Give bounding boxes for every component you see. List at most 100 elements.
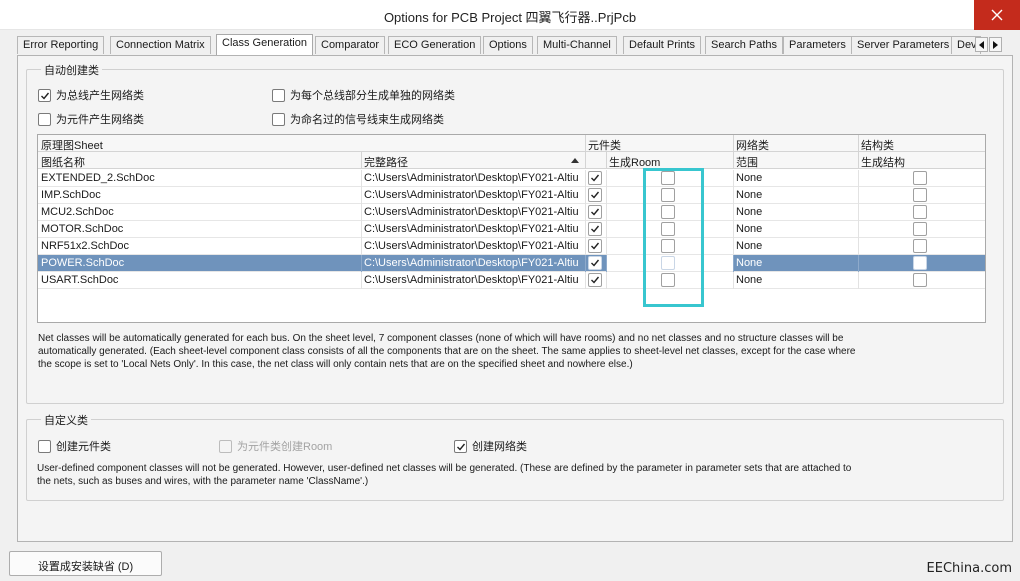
generate-structure-checkbox[interactable] (913, 188, 927, 202)
watermark: EEChina.com (926, 561, 1012, 576)
create-net-class-option[interactable]: 创建网络类 (454, 438, 527, 454)
bus-net-class-checkbox[interactable] (38, 88, 51, 102)
grid-group-header: 原理图Sheet 元件类 网络类 结构类 (38, 135, 985, 152)
component-class-checkbox[interactable] (588, 273, 602, 287)
full-path-cell: C:\Users\Administrator\Desktop\FY021-Alt… (364, 189, 579, 201)
harness-net-class-label: 为命名过的信号线束生成网络类 (290, 114, 444, 126)
tab-comparator[interactable]: Comparator (315, 36, 386, 54)
auto-class-description: Net classes will be automatically genera… (38, 332, 998, 371)
table-row[interactable]: NRF51x2.SchDoc C:\Users\Administrator\De… (38, 238, 985, 255)
table-row[interactable]: IMP.SchDoc C:\Users\Administrator\Deskto… (38, 187, 985, 204)
custom-class-description: User-defined component classes will not … (37, 462, 997, 488)
sheet-name-cell: MCU2.SchDoc (41, 206, 114, 218)
close-icon (991, 9, 1003, 21)
tab-scroll-left[interactable] (975, 37, 988, 52)
generate-structure-checkbox[interactable] (913, 273, 927, 287)
create-net-class-checkbox[interactable] (454, 439, 467, 453)
tab-multi-channel[interactable]: Multi-Channel (537, 36, 617, 54)
tab-class-generation[interactable]: Class Generation (216, 34, 313, 55)
tab-error-reporting[interactable]: Error Reporting (17, 36, 105, 54)
bus-section-net-class-option[interactable]: 为每个总线部分生成单独的网络类 (272, 87, 455, 103)
set-install-defaults-button[interactable]: 设置成安装缺省 (D) (9, 551, 162, 576)
component-net-class-option[interactable]: 为元件产生网络类 (38, 111, 144, 127)
harness-net-class-option[interactable]: 为命名过的信号线束生成网络类 (272, 111, 444, 127)
component-class-checkbox[interactable] (588, 222, 602, 236)
table-row[interactable]: MCU2.SchDoc C:\Users\Administrator\Deskt… (38, 204, 985, 221)
table-row[interactable]: USART.SchDoc C:\Users\Administrator\Desk… (38, 272, 985, 289)
column-header-generate-structure[interactable]: 生成结构 (861, 154, 905, 170)
check-icon (591, 242, 600, 250)
tab-search-paths[interactable]: Search Paths (705, 36, 784, 54)
sheet-class-grid[interactable]: 原理图Sheet 元件类 网络类 结构类 图纸名称 完整路径 生成Room 范围… (37, 134, 986, 323)
room-column-highlight (643, 168, 704, 307)
full-path-cell: C:\Users\Administrator\Desktop\FY021-Alt… (364, 274, 579, 286)
auto-create-group-title: 自动创建类 (41, 62, 102, 78)
scope-cell[interactable]: None (736, 206, 762, 218)
generate-structure-checkbox[interactable] (913, 205, 927, 219)
generate-structure-checkbox[interactable] (913, 171, 927, 185)
check-icon (591, 225, 600, 233)
full-path-cell: C:\Users\Administrator\Desktop\FY021-Alt… (364, 206, 579, 218)
tab-default-prints[interactable]: Default Prints (623, 36, 702, 54)
generate-structure-checkbox[interactable] (913, 222, 927, 236)
title-bar: Options for PCB Project 四翼飞行器..PrjPcb (0, 0, 1020, 30)
sheet-name-cell: IMP.SchDoc (41, 189, 101, 201)
column-header-sheet-name[interactable]: 图纸名称 (41, 154, 85, 170)
table-row[interactable]: EXTENDED_2.SchDoc C:\Users\Administrator… (38, 170, 985, 187)
column-header-full-path[interactable]: 完整路径 (364, 154, 408, 170)
generate-structure-checkbox[interactable] (913, 256, 927, 270)
bus-net-class-option[interactable]: 为总线产生网络类 (38, 87, 144, 103)
check-icon (41, 92, 50, 100)
check-icon (591, 191, 600, 199)
scope-cell[interactable]: None (736, 172, 762, 184)
generate-structure-checkbox[interactable] (913, 239, 927, 253)
bus-section-net-class-checkbox[interactable] (272, 88, 285, 102)
check-icon (457, 443, 466, 451)
component-class-checkbox[interactable] (588, 171, 602, 185)
tab-options[interactable]: Options (483, 36, 533, 54)
component-class-checkbox[interactable] (588, 188, 602, 202)
custom-description-line: User-defined component classes will not … (37, 463, 852, 474)
tab-parameters[interactable]: Parameters (783, 36, 852, 54)
tab-connection-matrix[interactable]: Connection Matrix (110, 36, 211, 54)
create-component-class-label: 创建元件类 (56, 441, 111, 453)
scope-cell[interactable]: None (736, 274, 762, 286)
tab-server-parameters[interactable]: Server Parameters (851, 36, 956, 54)
create-component-class-checkbox[interactable] (38, 439, 51, 453)
tab-scroll-right[interactable] (989, 37, 1002, 52)
full-path-cell: C:\Users\Administrator\Desktop\FY021-Alt… (364, 257, 579, 269)
component-class-checkbox[interactable] (588, 205, 602, 219)
scope-cell[interactable]: None (736, 257, 762, 269)
sheet-name-cell: EXTENDED_2.SchDoc (41, 172, 155, 184)
component-class-checkbox[interactable] (588, 239, 602, 253)
component-net-class-label: 为元件产生网络类 (56, 114, 144, 126)
check-icon (591, 276, 600, 284)
close-button[interactable] (974, 0, 1020, 30)
check-icon (591, 259, 600, 267)
bus-net-class-label: 为总线产生网络类 (56, 90, 144, 102)
component-net-class-checkbox[interactable] (38, 112, 51, 126)
group-header-net-class: 网络类 (736, 140, 769, 152)
scope-cell[interactable]: None (736, 189, 762, 201)
full-path-cell: C:\Users\Administrator\Desktop\FY021-Alt… (364, 223, 579, 235)
create-net-class-label: 创建网络类 (472, 441, 527, 453)
scope-cell[interactable]: None (736, 240, 762, 252)
full-path-cell: C:\Users\Administrator\Desktop\FY021-Alt… (364, 240, 579, 252)
sheet-name-cell: USART.SchDoc (41, 274, 119, 286)
create-component-class-option[interactable]: 创建元件类 (38, 438, 111, 454)
auto-description-line: automatically generated. (Each sheet-lev… (38, 346, 856, 357)
component-class-checkbox[interactable] (588, 256, 602, 270)
column-header-scope[interactable]: 范围 (736, 154, 758, 170)
tab-eco-generation[interactable]: ECO Generation (388, 36, 482, 54)
table-row-selected[interactable]: POWER.SchDoc C:\Users\Administrator\Desk… (38, 255, 985, 272)
create-room-option: 为元件类创建Room (219, 438, 332, 454)
scope-cell[interactable]: None (736, 223, 762, 235)
harness-net-class-checkbox[interactable] (272, 112, 285, 126)
check-icon (591, 208, 600, 216)
table-row[interactable]: MOTOR.SchDoc C:\Users\Administrator\Desk… (38, 221, 985, 238)
window-title: Options for PCB Project 四翼飞行器..PrjPcb (383, 10, 637, 25)
class-generation-page: 自动创建类 为总线产生网络类 为元件产生网络类 为每个总线部分生成单独的网络类 … (17, 55, 1013, 542)
auto-description-line: Net classes will be automatically genera… (38, 333, 844, 344)
arrow-left-icon (979, 41, 984, 49)
sheet-name-cell: MOTOR.SchDoc (41, 223, 124, 235)
